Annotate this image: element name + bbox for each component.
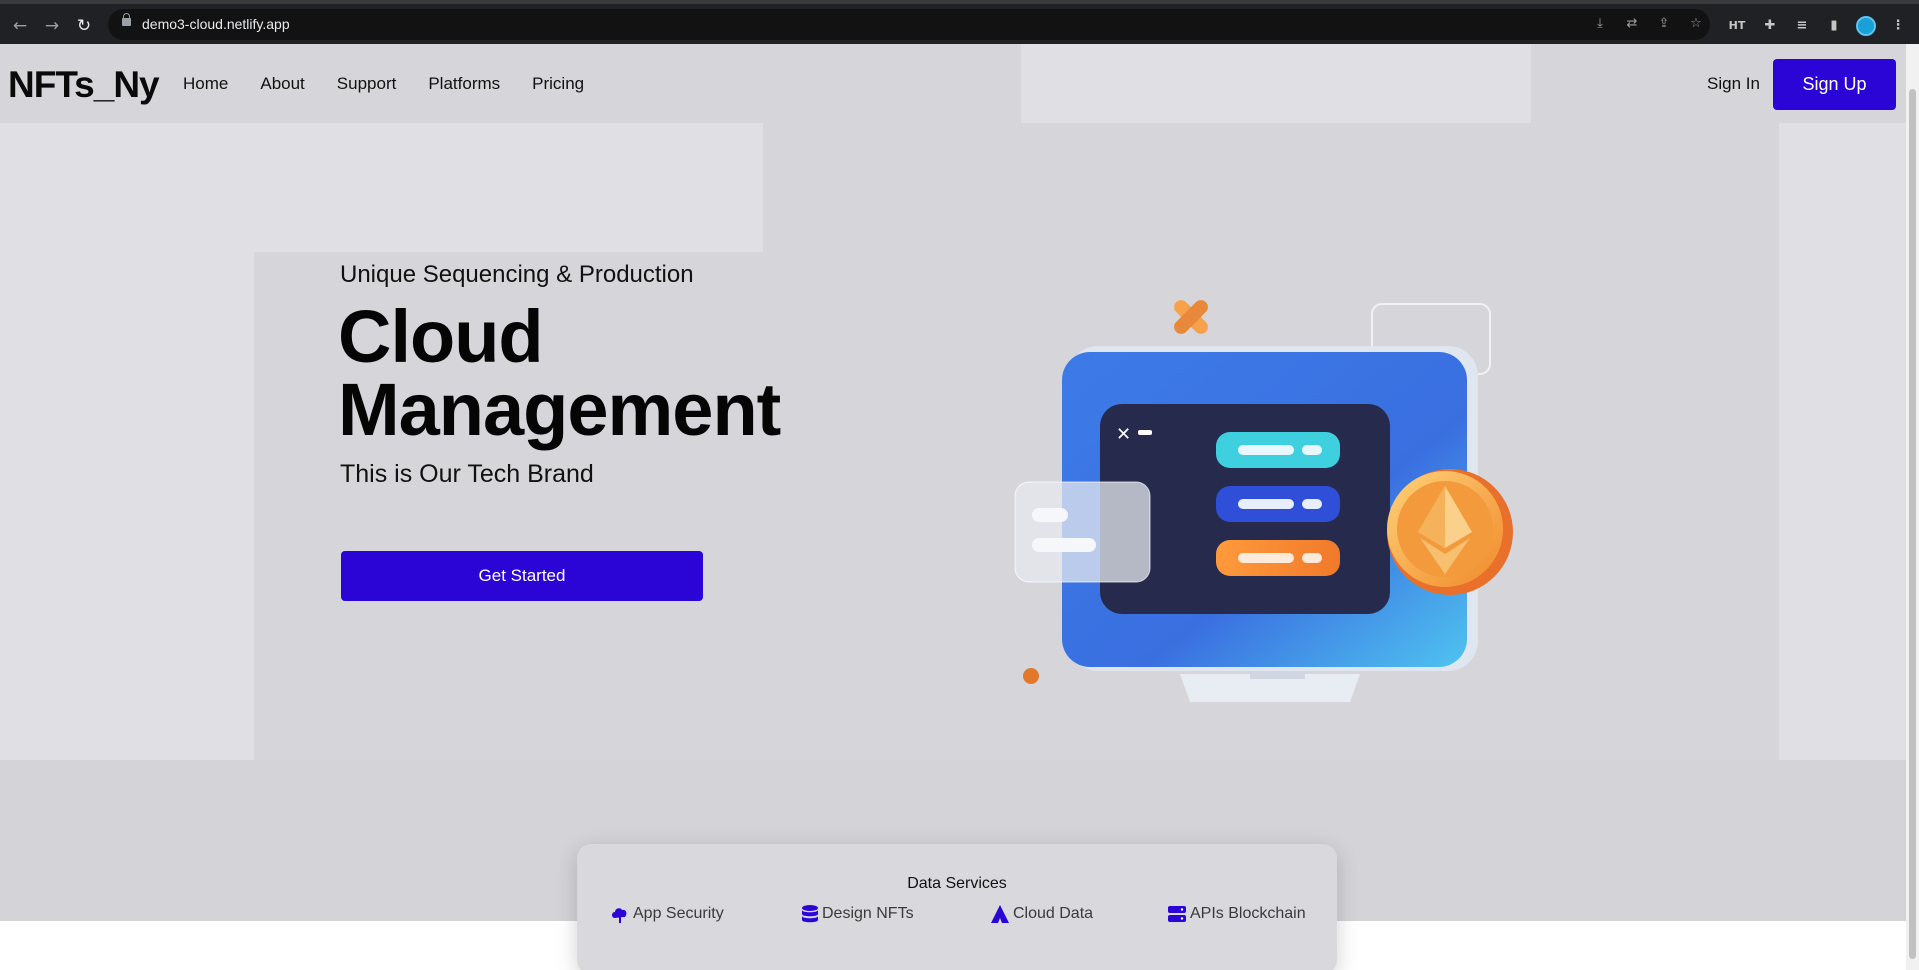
orange-dot-shape (1023, 668, 1039, 684)
pill-bar-shape (1238, 553, 1294, 563)
nav-pricing[interactable]: Pricing (532, 74, 584, 94)
share-icon[interactable]: ⇪ (1655, 15, 1673, 33)
service-label: Cloud Data (1013, 905, 1094, 922)
page: NFTs_Ny Home About Support Platforms Pri… (0, 44, 1906, 970)
service-apis-blockchain[interactable]: APIs Blockchain (1167, 904, 1306, 924)
back-icon[interactable]: ← (10, 16, 30, 36)
cloud-monitor-illustration: ✕ (1014, 300, 1513, 702)
decorative-block (1779, 123, 1906, 760)
window-close-icon: ✕ (1116, 424, 1131, 445)
translate-icon[interactable]: ⇄ (1623, 15, 1641, 33)
nav-home[interactable]: Home (183, 74, 228, 94)
lock-icon[interactable] (122, 13, 131, 26)
close-x-icon (1174, 300, 1208, 334)
reload-icon[interactable]: ↻ (74, 16, 94, 36)
pill-dot-shape (1302, 499, 1322, 509)
browser-toolbar: ← → ↻ demo3-cloud.netlify.app ⤓ ⇄ ⇪ ☆ HT… (0, 0, 1919, 44)
pill-dot-shape (1302, 553, 1322, 563)
pill-dot-shape (1302, 445, 1322, 455)
service-label: App Security (633, 905, 724, 922)
glass-card-shape (1014, 481, 1151, 583)
database-icon (802, 905, 818, 923)
service-cloud-data[interactable]: Cloud Data (990, 904, 1093, 924)
page-scrollbar[interactable] (1906, 44, 1919, 970)
decorative-block (1021, 44, 1531, 123)
service-label: Design NFTs (822, 905, 914, 922)
brand-logo[interactable]: NFTs_Ny (8, 64, 160, 106)
address-bar[interactable]: demo3-cloud.netlify.app ⤓ ⇄ ⇪ ☆ (108, 9, 1710, 40)
data-services-card: Data Services App Security Design NFTs C… (577, 844, 1337, 970)
hero-eyebrow: Unique Sequencing & Production (340, 261, 694, 288)
profile-avatar-icon[interactable] (1856, 16, 1876, 36)
bookmark-star-icon[interactable]: ☆ (1687, 15, 1705, 33)
scrollbar-thumb[interactable] (1909, 89, 1916, 959)
server-icon (1168, 906, 1186, 922)
forward-icon[interactable]: → (42, 16, 62, 36)
url-text[interactable]: demo3-cloud.netlify.app (142, 16, 290, 32)
glass-card-bar-shape (1032, 508, 1068, 522)
pill-bar-shape (1238, 445, 1294, 455)
hero-title: Cloud Management (338, 295, 781, 451)
ethereum-coin-icon (1387, 469, 1513, 595)
service-app-security[interactable]: App Security (610, 904, 724, 924)
install-app-icon[interactable]: ⤓ (1591, 15, 1609, 33)
nav-support[interactable]: Support (337, 74, 397, 94)
browser-menu-icon[interactable]: ⋮ (1888, 16, 1908, 36)
nav-platforms[interactable]: Platforms (428, 74, 500, 94)
service-design-nfts[interactable]: Design NFTs (801, 904, 914, 924)
media-queue-icon[interactable]: ≡ (1792, 16, 1812, 36)
nav-about[interactable]: About (260, 74, 304, 94)
main-nav: Home About Support Platforms Pricing (183, 74, 584, 94)
sign-up-button[interactable]: Sign Up (1773, 59, 1896, 110)
services-title: Data Services (907, 875, 1007, 892)
sign-in-link[interactable]: Sign In (1707, 74, 1760, 94)
cloud-upload-icon (612, 908, 627, 923)
hero-title-line: Management (338, 368, 781, 451)
window-minimize-icon (1138, 430, 1152, 435)
extensions-puzzle-icon[interactable]: ✚ (1760, 16, 1780, 36)
service-label: APIs Blockchain (1190, 905, 1306, 922)
pill-bar-shape (1238, 499, 1294, 509)
decorative-block (0, 252, 254, 760)
triangle-icon (991, 905, 1009, 923)
decorative-block (0, 123, 763, 252)
glass-card-bar-shape (1032, 538, 1096, 552)
hero-tagline: This is Our Tech Brand (340, 460, 594, 488)
side-panel-icon[interactable]: ▮ (1824, 16, 1844, 36)
get-started-button[interactable]: Get Started (341, 551, 703, 601)
hero-title-line: Cloud (338, 295, 544, 378)
extension-ht-icon[interactable]: HT (1727, 16, 1747, 36)
